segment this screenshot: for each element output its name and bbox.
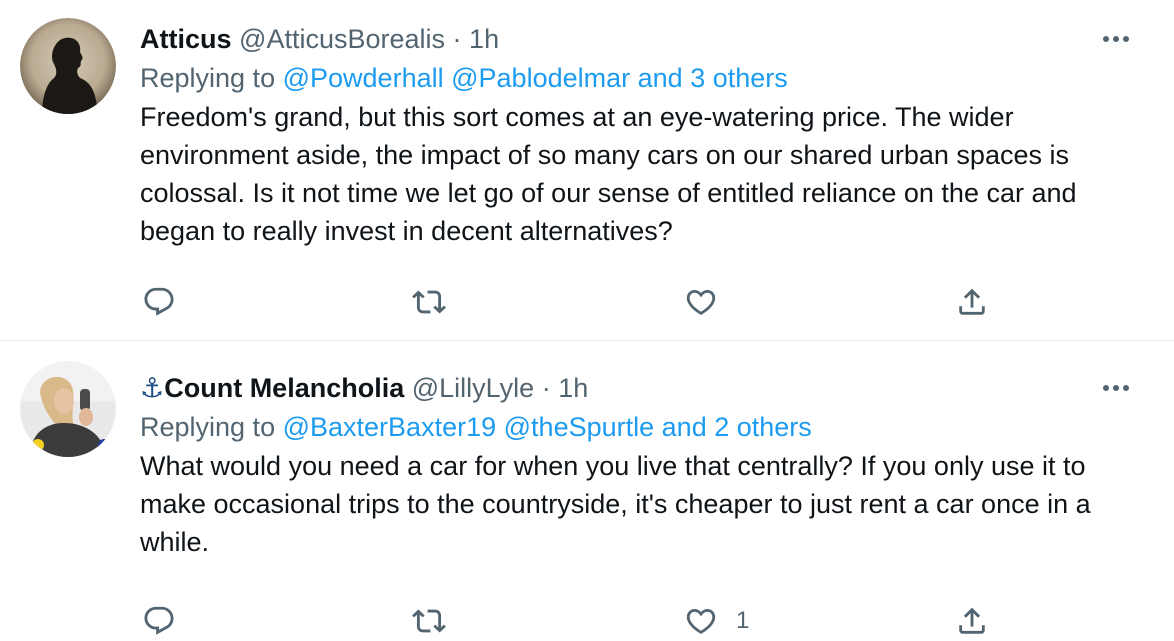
tweet-header: ⚓Count Melancholia @LillyLyle · 1h [140, 369, 1154, 407]
reply-icon [144, 287, 174, 316]
retweet-icon [412, 290, 446, 314]
avatar[interactable] [20, 18, 116, 114]
retweet-icon [412, 609, 446, 633]
mention-link[interactable]: @theSpurtle [504, 412, 655, 442]
like-button[interactable] [684, 282, 736, 322]
tweet-header: Atticus @AtticusBorealis · 1h [140, 20, 1154, 58]
separator-dot: · [452, 24, 462, 54]
retweet-button[interactable] [412, 601, 446, 641]
mention-link[interactable]: @Pablodelmar [451, 63, 630, 93]
timestamp[interactable]: 1h [558, 373, 588, 403]
reply-icon [144, 606, 174, 635]
tweet[interactable]: ⚓Count Melancholia @LillyLyle · 1h Reply… [0, 341, 1174, 635]
share-icon [959, 607, 985, 634]
tweet-content: ⚓Count Melancholia @LillyLyle · 1h Reply… [140, 369, 1154, 635]
separator-dot: · [541, 373, 551, 403]
replying-prefix: Replying to [140, 412, 276, 442]
replying-to: Replying to @Powderhall @Pablodelmar and… [140, 58, 1154, 98]
share-icon [959, 288, 985, 315]
tweet-text: Freedom's grand, but this sort comes at … [140, 102, 1077, 246]
reply-button[interactable] [142, 601, 176, 641]
heart-icon [686, 608, 716, 634]
replying-to: Replying to @BaxterBaxter19 @theSpurtle … [140, 407, 1154, 447]
share-button[interactable] [955, 601, 989, 641]
like-count: 1 [736, 607, 750, 634]
display-name[interactable]: ⚓Count Melancholia [140, 373, 404, 403]
more-icon[interactable] [1096, 20, 1136, 58]
mention-link[interactable]: @BaxterBaxter19 [283, 412, 497, 442]
like-button[interactable]: 1 [684, 601, 749, 641]
tweet[interactable]: Atticus @AtticusBorealis · 1h Replying t… [0, 0, 1174, 341]
avatar[interactable] [20, 361, 116, 457]
replying-prefix: Replying to [140, 63, 276, 93]
reply-button[interactable] [142, 282, 176, 322]
share-button[interactable] [955, 282, 989, 322]
user-handle[interactable]: @LillyLyle [412, 373, 534, 403]
tweet-actions: 1 [140, 601, 1140, 641]
tweet-content: Atticus @AtticusBorealis · 1h Replying t… [140, 20, 1154, 316]
display-name-text: Count Melancholia [164, 373, 405, 403]
anchor-icon: ⚓ [140, 373, 165, 403]
more-icon[interactable] [1096, 369, 1136, 407]
others-link[interactable]: and 3 others [638, 63, 788, 93]
tweet-actions [140, 282, 1140, 322]
heart-icon [686, 289, 716, 315]
timestamp[interactable]: 1h [469, 24, 499, 54]
mention-link[interactable]: @Powderhall [283, 63, 444, 93]
others-link[interactable]: and 2 others [662, 412, 812, 442]
retweet-button[interactable] [412, 282, 446, 322]
user-handle[interactable]: @AtticusBorealis [239, 24, 445, 54]
display-name[interactable]: Atticus [140, 24, 232, 54]
tweet-text: What would you need a car for when you l… [140, 451, 1091, 557]
